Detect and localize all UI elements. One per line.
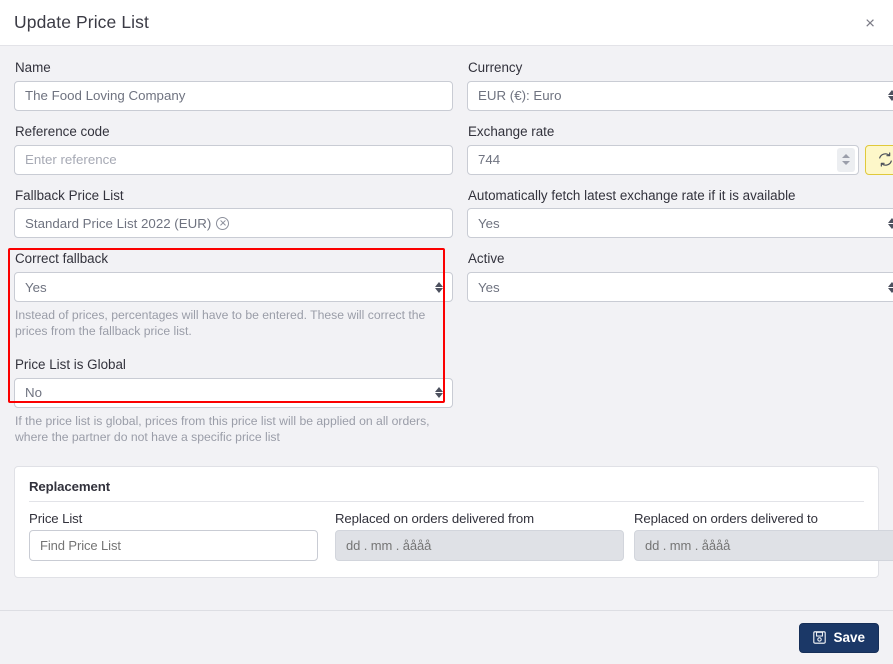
price-list-global-value: No: [25, 385, 42, 401]
chevron-updown-icon: [434, 280, 443, 294]
correct-fallback-label: Correct fallback: [15, 251, 109, 267]
name-input[interactable]: [14, 80, 453, 111]
exchange-rate-input[interactable]: [467, 144, 859, 175]
floppy-disk-icon: [813, 631, 827, 644]
replacement-col-delivered-to: Replaced on orders delivered to: [634, 511, 893, 562]
replacement-title: Replacement: [29, 479, 864, 503]
correct-fallback-value: Yes: [25, 279, 47, 295]
field-auto-fetch-rate: Automatically fetch latest exchange rate…: [467, 188, 893, 239]
form-col-right-5: [467, 357, 893, 458]
field-reference-code: Reference code: [14, 124, 453, 175]
modal-header: Update Price List ×: [0, 0, 893, 46]
replacement-price-list-input[interactable]: [29, 530, 318, 562]
page-title: Update Price List: [14, 12, 149, 32]
form-col-left: Name: [14, 60, 453, 124]
update-price-list-modal: Update Price List × Name Currency EUR (€…: [0, 0, 893, 664]
exchange-rate-label: Exchange rate: [468, 123, 555, 139]
chevron-updown-icon: [887, 89, 893, 103]
form-row-correctfallback-active: Correct fallback Yes Instead of prices, …: [14, 251, 893, 348]
form-row-global: Price List is Global No If the price lis…: [14, 357, 879, 458]
chevron-updown-icon: [434, 386, 443, 400]
name-label: Name: [15, 60, 51, 75]
close-icon[interactable]: ×: [861, 12, 879, 33]
form-col-right-2: Exchange rate: [467, 124, 893, 188]
form-col-right-4: Active Yes: [467, 251, 893, 348]
form-row-reference-exchange: Reference code Exchange rate: [14, 124, 893, 188]
auto-fetch-rate-select[interactable]: Yes: [467, 208, 893, 239]
refresh-icon: [879, 152, 892, 167]
replacement-delivered-from-input[interactable]: [335, 530, 624, 562]
currency-value: EUR (€): Euro: [478, 88, 562, 104]
form-col-left-4: Correct fallback Yes Instead of prices, …: [14, 251, 453, 348]
price-list-global-label: Price List is Global: [15, 357, 126, 373]
exchange-rate-row: [467, 144, 893, 175]
form-row-name-currency: Name Currency EUR (€): Euro: [14, 60, 893, 124]
circle-x-icon[interactable]: [216, 216, 230, 230]
active-label: Active: [468, 251, 505, 267]
replacement-delivered-from-label: Replaced on orders delivered from: [335, 511, 535, 527]
chevron-updown-icon: [887, 280, 893, 294]
fallback-price-list-value: Standard Price List 2022 (EUR): [25, 215, 212, 231]
active-select[interactable]: Yes: [467, 272, 893, 302]
field-active: Active Yes: [467, 251, 893, 302]
replacement-delivered-to-input[interactable]: [634, 530, 893, 562]
form-col-right: Currency EUR (€): Euro: [467, 60, 893, 124]
reference-code-input[interactable]: [14, 144, 453, 175]
number-stepper[interactable]: [837, 147, 855, 172]
replacement-card: Replacement Price List Replaced on order…: [14, 466, 893, 579]
refresh-exchange-rate-button[interactable]: [865, 144, 893, 175]
field-price-list-global: Price List is Global No If the price lis…: [14, 357, 453, 445]
correct-fallback-select[interactable]: Yes: [14, 272, 453, 302]
replacement-price-list-label: Price List: [29, 511, 83, 527]
chevron-updown-icon: [887, 216, 893, 230]
form-col-left-2: Reference code: [14, 124, 453, 188]
replacement-col-delivered-from: Replaced on orders delivered from: [335, 511, 624, 562]
fallback-price-list-label: Fallback Price List: [15, 187, 124, 203]
modal-body: Name Currency EUR (€): Euro Reference co…: [0, 46, 893, 610]
field-exchange-rate: Exchange rate: [467, 124, 893, 175]
replacement-fields-row: Price List Replaced on orders delivered …: [29, 511, 893, 562]
currency-label: Currency: [468, 60, 523, 75]
field-currency: Currency EUR (€): Euro: [467, 60, 893, 111]
price-list-global-help-text: If the price list is global, prices from…: [15, 413, 430, 445]
auto-fetch-rate-label: Automatically fetch latest exchange rate…: [468, 187, 796, 203]
modal-footer: Save: [0, 610, 893, 664]
reference-code-label: Reference code: [15, 123, 110, 139]
field-name: Name: [14, 60, 453, 111]
active-value: Yes: [478, 279, 500, 295]
replacement-delivered-to-label: Replaced on orders delivered to: [634, 511, 818, 527]
price-list-global-select[interactable]: No: [14, 377, 453, 408]
form-col-left-3: Fallback Price List Standard Price List …: [14, 188, 453, 252]
form-col-right-3: Automatically fetch latest exchange rate…: [467, 188, 893, 252]
replacement-col-price-list: Price List: [29, 511, 318, 562]
exchange-rate-input-wrap: [467, 144, 859, 175]
form-row-fallback-autofetch: Fallback Price List Standard Price List …: [14, 188, 893, 252]
fallback-price-list-input[interactable]: Standard Price List 2022 (EUR): [14, 208, 453, 239]
form-col-left-5: Price List is Global No If the price lis…: [14, 357, 453, 458]
save-button[interactable]: Save: [799, 622, 879, 653]
field-fallback-price-list: Fallback Price List Standard Price List …: [14, 188, 453, 239]
currency-select[interactable]: EUR (€): Euro: [467, 80, 893, 111]
save-button-label: Save: [833, 630, 865, 645]
field-correct-fallback: Correct fallback Yes Instead of prices, …: [14, 251, 453, 339]
correct-fallback-help-text: Instead of prices, percentages will have…: [15, 308, 426, 339]
auto-fetch-rate-value: Yes: [478, 215, 500, 231]
